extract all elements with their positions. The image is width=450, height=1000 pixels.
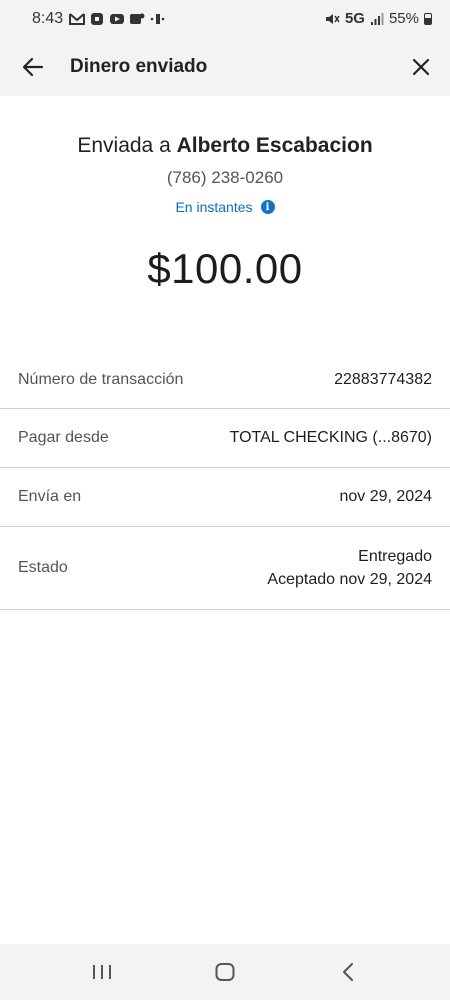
transaction-details: Número de transacción 22883774382 Pagar … bbox=[0, 351, 450, 610]
notification-icons bbox=[69, 12, 165, 26]
network-label: 5G bbox=[344, 10, 365, 27]
info-icon[interactable]: i bbox=[260, 200, 275, 214]
back-nav-button[interactable] bbox=[318, 952, 378, 992]
detail-row-status: Estado Entregado Aceptado nov 29, 2024 bbox=[0, 527, 450, 610]
status-time: 8:43 bbox=[32, 9, 64, 27]
back-button[interactable] bbox=[10, 44, 56, 90]
recipient-phone: (786) 238-0260 bbox=[166, 168, 284, 187]
detail-label: Número de transacción bbox=[18, 370, 184, 388]
chevron-left-icon bbox=[343, 963, 354, 981]
status-line-1: Entregado bbox=[358, 548, 432, 565]
delivery-speed: En instantes i bbox=[0, 199, 450, 215]
detail-row-transaction-number: Número de transacción 22883774382 bbox=[0, 351, 450, 409]
close-button[interactable] bbox=[398, 44, 444, 90]
detail-label: Pagar desde bbox=[18, 429, 109, 446]
youtube-icon bbox=[110, 13, 125, 24]
app-bar: Dinero enviado bbox=[0, 37, 450, 96]
home-icon bbox=[215, 963, 235, 981]
home-button[interactable] bbox=[195, 952, 255, 992]
status-left: 8:43 bbox=[32, 10, 165, 28]
app-notification-icon bbox=[130, 13, 145, 24]
detail-label: Estado bbox=[18, 559, 68, 576]
detail-label: Envía en bbox=[18, 488, 82, 505]
recipient-line: Enviada a Alberto Escabacion bbox=[0, 134, 450, 158]
recent-apps-button[interactable] bbox=[72, 952, 132, 992]
battery-percent: 55% bbox=[388, 10, 419, 27]
close-icon bbox=[412, 58, 430, 75]
status-line-2: Aceptado nov 29, 2024 bbox=[267, 571, 432, 588]
detail-value: TOTAL CHECKING (...8670) bbox=[229, 429, 432, 446]
status-value: Entregado Aceptado nov 29, 2024 bbox=[267, 545, 432, 591]
dots-icon bbox=[150, 13, 165, 24]
amount: $100.00 bbox=[147, 245, 303, 292]
gmail-icon bbox=[69, 12, 86, 25]
arrow-left-icon bbox=[22, 57, 44, 76]
battery-icon bbox=[424, 12, 432, 25]
recent-apps-icon bbox=[92, 965, 111, 979]
system-nav-bar bbox=[0, 944, 450, 1000]
detail-row-send-on: Envía en nov 29, 2024 bbox=[0, 468, 450, 527]
detail-value: 22883774382 bbox=[334, 370, 432, 388]
detail-value: nov 29, 2024 bbox=[339, 488, 432, 505]
bank-app-icon bbox=[91, 12, 104, 25]
sent-prefix: Enviada a bbox=[77, 134, 177, 157]
signal-icon bbox=[370, 12, 384, 25]
recipient-name: Alberto Escabacion bbox=[176, 134, 373, 157]
delivery-speed-label: En instantes bbox=[175, 199, 253, 215]
status-bar: 8:43 5G 55% bbox=[0, 0, 450, 37]
page-title: Dinero enviado bbox=[70, 55, 208, 77]
detail-row-pay-from: Pagar desde TOTAL CHECKING (...8670) bbox=[0, 409, 450, 468]
mute-icon bbox=[325, 13, 340, 24]
status-right: 5G 55% bbox=[324, 10, 432, 27]
